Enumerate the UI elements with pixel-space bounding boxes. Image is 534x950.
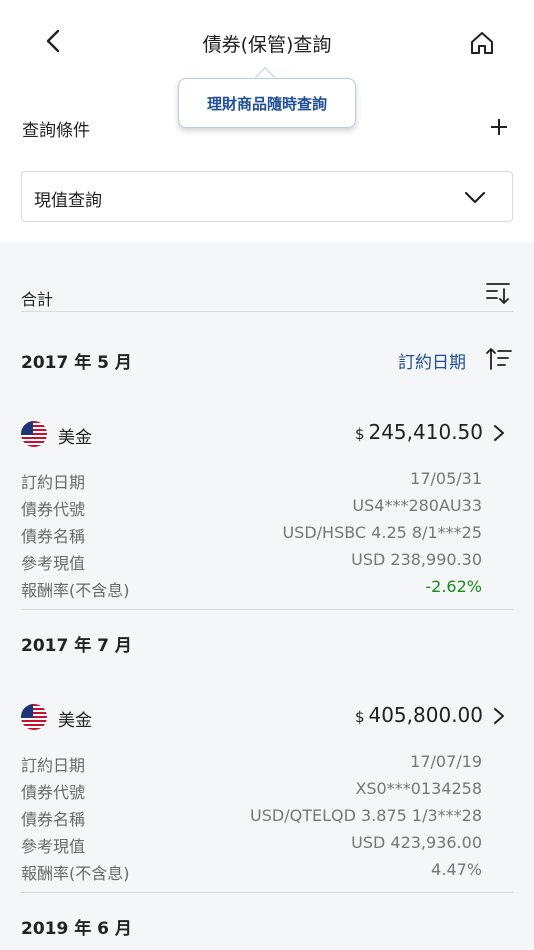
chevron-right-icon[interactable] — [493, 707, 505, 725]
field-value: USD 238,990.30 — [351, 550, 482, 569]
month-header: 2017 年 7 月 — [21, 636, 132, 656]
us-flag-icon — [21, 704, 47, 730]
amount-value: 245,410.50 — [368, 420, 483, 444]
field-row: 參考現值 USD 423,936.00 — [21, 830, 513, 857]
return-rate-value: -2.62% — [425, 577, 482, 596]
field-row: 訂約日期 17/05/31 — [21, 466, 513, 493]
field-label: 債券代號 — [21, 783, 86, 802]
divider — [21, 892, 513, 893]
bond-amount: $245,410.50 — [355, 420, 483, 444]
query-condition-label: 查詢條件 — [22, 121, 90, 141]
field-label: 訂約日期 — [21, 473, 86, 492]
chevron-right-icon[interactable] — [493, 424, 505, 442]
field-label: 債券名稱 — [21, 810, 86, 829]
summary-row: 合計 — [21, 278, 513, 312]
bond-item[interactable]: 美金 $405,800.00 訂約日期 17/07/19 債券代號 XS0***01… — [21, 699, 513, 884]
field-row: 參考現值 USD 238,990.30 — [21, 547, 513, 574]
field-row: 報酬率(不含息) 4.47% — [21, 857, 513, 884]
field-label: 債券名稱 — [21, 527, 86, 546]
return-rate-value: 4.47% — [431, 860, 482, 879]
field-label: 報酬率(不含息) — [21, 581, 130, 600]
summary-label: 合計 — [21, 290, 54, 309]
field-label: 訂約日期 — [21, 756, 86, 775]
field-label: 參考現值 — [21, 554, 86, 573]
currency-symbol: $ — [354, 425, 365, 443]
field-row: 債券名稱 USD/HSBC 4.25 8/1***25 — [21, 520, 513, 547]
tooltip-text: 理財商品隨時查詢 — [206, 94, 327, 113]
field-label: 報酬率(不含息) — [21, 864, 130, 883]
page-title: 債券(保管)查詢 — [202, 34, 332, 56]
query-type-value: 現值查詢 — [34, 191, 102, 211]
field-value: XS0***0134258 — [355, 779, 482, 798]
field-value: USD/HSBC 4.25 8/1***25 — [282, 523, 482, 542]
field-label: 債券代號 — [21, 500, 86, 519]
field-value: 17/05/31 — [410, 469, 482, 488]
filter-sort-icon — [486, 283, 510, 304]
field-value: US4***280AU33 — [352, 496, 482, 515]
divider — [21, 609, 513, 610]
amount-value: 405,800.00 — [368, 703, 483, 727]
currency-symbol: $ — [354, 708, 365, 726]
field-label: 參考現值 — [21, 837, 86, 856]
bond-summary: 美金 $405,800.00 — [21, 699, 513, 735]
field-row: 債券代號 XS0***0134258 — [21, 776, 513, 803]
sort-ascending-icon — [486, 348, 512, 370]
sort-by-date-link[interactable]: 訂約日期 — [398, 348, 466, 373]
home-button[interactable] — [466, 27, 498, 59]
bond-item[interactable]: 美金 $245,410.50 訂約日期 17/05/31 債券代號 US4***28… — [21, 416, 513, 601]
bond-summary: 美金 $245,410.50 — [21, 416, 513, 452]
query-type-select[interactable]: 現值查詢 — [21, 171, 513, 222]
us-flag-icon — [21, 421, 47, 447]
field-row: 債券名稱 USD/QTELQD 3.875 1/3***28 — [21, 803, 513, 830]
sort-order-button[interactable] — [485, 345, 513, 373]
query-condition-row: 查詢條件 — [22, 112, 512, 142]
field-value: USD 423,936.00 — [351, 833, 482, 852]
field-row: 債券代號 US4***280AU33 — [21, 493, 513, 520]
home-icon — [471, 32, 493, 54]
field-row: 訂約日期 17/07/19 — [21, 749, 513, 776]
add-condition-button[interactable] — [486, 112, 512, 142]
currency-label: 美金 — [58, 428, 92, 448]
chevron-down-icon — [464, 191, 486, 204]
month-header: 2019 年 6 月 — [21, 919, 132, 939]
field-value: 17/07/19 — [410, 752, 482, 771]
bond-amount: $405,800.00 — [355, 703, 483, 727]
field-value: USD/QTELQD 3.875 1/3***28 — [250, 806, 482, 825]
currency-label: 美金 — [58, 711, 92, 731]
field-row: 報酬率(不含息) -2.62% — [21, 574, 513, 601]
filter-sort-button[interactable] — [485, 280, 511, 306]
plus-icon — [491, 119, 507, 135]
